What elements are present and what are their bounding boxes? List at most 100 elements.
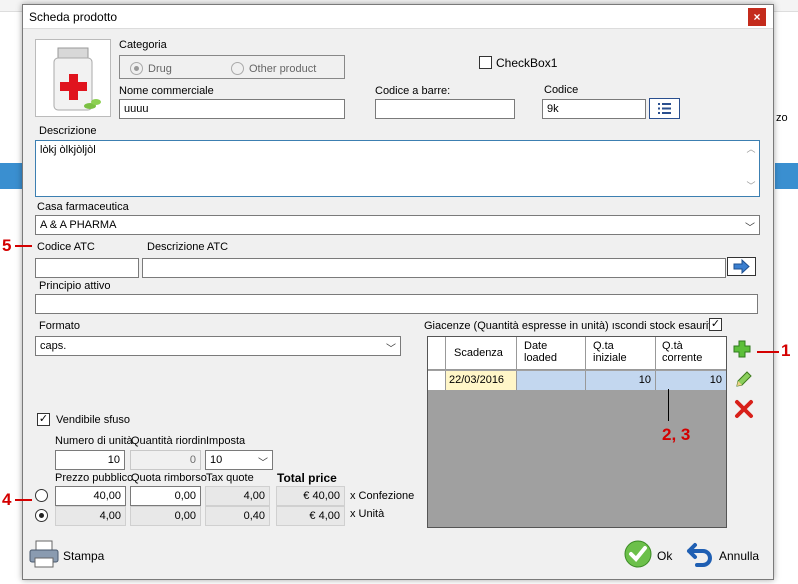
cell-corrente[interactable]: 10: [656, 371, 726, 390]
tax-confezione-value: 4,00: [205, 486, 270, 506]
vendibile-sfuso-checkbox[interactable]: ✓: [37, 413, 50, 426]
descrizione-atc-input[interactable]: [142, 258, 726, 278]
hide-stock-checkbox[interactable]: ✓: [709, 318, 722, 331]
delete-button[interactable]: [732, 399, 756, 423]
window-title: Scheda prodotto: [29, 10, 118, 24]
quantita-riordino-input[interactable]: 0: [130, 450, 201, 470]
unita-label: x Unità: [350, 508, 385, 520]
grid-corner: [428, 337, 446, 370]
title-bar: Scheda prodotto ×: [23, 5, 773, 29]
nome-commerciale-input[interactable]: uuuu: [119, 99, 345, 119]
descrizione-atc-label: Descrizione ATC: [147, 241, 229, 253]
checkbox1-label: CheckBox1: [496, 56, 558, 70]
chevron-down-icon: ﹀: [386, 344, 396, 355]
product-image[interactable]: [35, 39, 111, 117]
prezzo-unita-value: 4,00: [55, 506, 126, 526]
radio-unita[interactable]: [35, 509, 48, 522]
principio-attivo-label: Principio attivo: [39, 280, 111, 292]
nome-commerciale-label: Nome commerciale: [119, 85, 214, 97]
grid-col-corrente[interactable]: Q.tà corrente: [656, 337, 726, 370]
imposta-select[interactable]: 10 ﹀: [205, 450, 273, 470]
confezione-label: x Confezione: [350, 490, 415, 502]
codice-input[interactable]: 9k: [542, 99, 646, 119]
chevron-down-icon: ﹀: [745, 223, 755, 234]
grid-col-date-loaded[interactable]: Date loaded: [517, 337, 586, 370]
categoria-label: Categoria: [119, 39, 167, 51]
list-icon: [658, 103, 671, 114]
row-selector[interactable]: [428, 371, 446, 390]
quota-header: Quota rimborso: [131, 472, 207, 484]
ok-icon: [624, 540, 652, 568]
edit-icon: [736, 371, 752, 387]
table-row[interactable]: 22/03/2016 10 10: [428, 371, 726, 390]
annulla-button[interactable]: Annulla: [685, 539, 765, 571]
add-button[interactable]: [730, 339, 754, 363]
tax-unita-value: 0,40: [205, 506, 270, 526]
col-header-date-loaded: Date loaded: [524, 340, 558, 364]
codice-atc-label: Codice ATC: [37, 241, 95, 253]
formato-value: caps.: [40, 340, 67, 352]
col-header-scadenza: Scadenza: [454, 347, 503, 359]
prezzo-header: Prezzo pubblicc: [55, 472, 133, 484]
imposta-label: Imposta: [206, 435, 246, 447]
atc-search-button[interactable]: [727, 257, 756, 276]
quota-confezione-input[interactable]: 0,00: [130, 486, 201, 506]
casa-farmaceutica-value: A & A PHARMA: [40, 219, 117, 231]
annotation-4-line: [15, 499, 32, 501]
radio-drug[interactable]: [130, 62, 143, 75]
imposta-value: 10: [210, 454, 223, 466]
formato-select[interactable]: caps. ﹀: [35, 336, 401, 356]
giacenze-label: Giacenze (Quantità espresse in unità) ıs…: [424, 320, 714, 332]
annotation-23: 2, 3: [662, 425, 691, 444]
undo-icon: [687, 543, 712, 567]
numero-unita-label: Numero di unità: [55, 435, 133, 447]
prezzo-confezione-input[interactable]: 40,00: [55, 486, 126, 506]
annotation-23-line: [668, 389, 669, 421]
principio-attivo-input[interactable]: [35, 294, 758, 314]
codice-barre-input[interactable]: [375, 99, 515, 119]
radio-other-product-label: Other product: [249, 63, 317, 75]
edit-button[interactable]: [732, 369, 756, 393]
col-header-corrente: Q.tà corrente: [662, 340, 703, 364]
col-header-iniziale: Q.ta iniziale: [593, 340, 627, 364]
product-dialog: Scheda prodotto × Categoria Drug Other p…: [22, 4, 774, 580]
arrow-right-icon: [733, 258, 750, 275]
background-app-text: zo: [776, 112, 788, 124]
casa-farmaceutica-label: Casa farmaceutica: [37, 201, 129, 213]
annotation-1-line: [757, 351, 779, 353]
quota-unita-value: 0,00: [130, 506, 201, 526]
radio-drug-label: Drug: [148, 63, 172, 75]
casa-farmaceutica-select[interactable]: A & A PHARMA ﹀: [35, 215, 760, 235]
radio-other-product[interactable]: [231, 62, 244, 75]
numero-unita-input[interactable]: 10: [55, 450, 125, 470]
descrizione-scrollbar[interactable]: ︿ ﹀: [743, 141, 759, 196]
cell-date-loaded[interactable]: [517, 371, 586, 390]
close-button[interactable]: ×: [748, 8, 766, 26]
descrizione-textarea[interactable]: lòkj òlkjòljòl ︿ ﹀: [35, 140, 760, 197]
total-confezione-value: € 40,00: [276, 486, 345, 506]
annotation-5: 5: [2, 236, 12, 255]
grid-col-scadenza[interactable]: Scadenza: [446, 337, 517, 370]
vendibile-sfuso-label: Vendibile sfuso: [56, 414, 130, 426]
delete-icon: [735, 400, 753, 418]
annotation-1: 1: [781, 341, 791, 360]
cell-iniziale[interactable]: 10: [586, 371, 656, 390]
chevron-down-icon: ﹀: [258, 458, 268, 469]
codice-barre-label: Codice a barre:: [375, 85, 451, 97]
descrizione-label: Descrizione: [39, 125, 97, 137]
formato-label: Formato: [39, 320, 80, 332]
descrizione-text: lòkj òlkjòljòl: [40, 144, 96, 156]
codice-list-button[interactable]: [649, 98, 680, 119]
annotation-4: 4: [2, 490, 12, 509]
cell-scadenza[interactable]: 22/03/2016: [446, 371, 517, 390]
ok-button[interactable]: Ok: [623, 539, 683, 571]
stampa-button[interactable]: Stampa: [27, 537, 117, 569]
total-header: Total price: [277, 471, 337, 485]
annulla-label: Annulla: [719, 549, 760, 563]
checkbox1[interactable]: [479, 56, 492, 69]
background-app-right-bar: [775, 163, 798, 189]
grid-col-iniziale[interactable]: Q.ta iniziale: [586, 337, 656, 370]
codice-atc-input[interactable]: [35, 258, 139, 278]
codice-label: Codice: [544, 84, 579, 96]
radio-confezione[interactable]: [35, 489, 48, 502]
